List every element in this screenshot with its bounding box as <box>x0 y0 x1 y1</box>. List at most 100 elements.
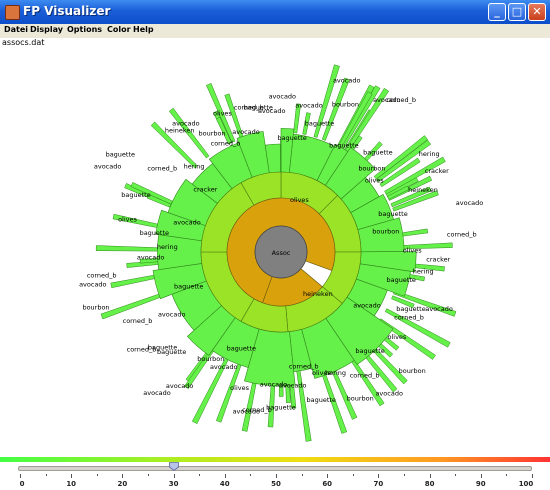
outer-item-label: corned_b <box>211 139 241 147</box>
slider-tick-label: 50 <box>271 480 281 488</box>
slider-tick <box>122 474 124 478</box>
outer-item-label: baguette <box>363 149 392 157</box>
slider-tick-label: 100 <box>518 480 534 488</box>
outer-item-label: hering <box>419 150 440 158</box>
ring-label-olives: olives <box>290 196 309 204</box>
window-title: FP Visualizer <box>23 4 111 18</box>
outer-item-label: cracker <box>425 167 449 175</box>
outer-item-label: cracker <box>193 186 217 194</box>
slider-tick <box>327 474 329 478</box>
close-icon: ✕ <box>532 5 542 18</box>
sunburst-visualization[interactable]: Assoc olives heineken avocadobaguetteavo… <box>0 47 550 457</box>
outer-spike[interactable] <box>95 245 162 252</box>
outer-item-label: bourbon <box>358 164 385 172</box>
outer-item-label: bourbon <box>332 101 359 109</box>
outer-item-label: avocado <box>295 102 322 110</box>
outer-item-label: corned_b <box>127 346 157 354</box>
outer-item-label: corned_b <box>87 272 117 280</box>
outer-item-label: olives <box>230 384 249 392</box>
menu-color[interactable]: Color <box>107 25 131 34</box>
outer-item-label: baguette <box>106 150 135 158</box>
menu-display[interactable]: Display <box>30 25 63 34</box>
outer-item-label: avocado <box>233 408 260 416</box>
slider-tick-label: 30 <box>168 480 179 488</box>
outer-item-label: hering <box>184 163 205 171</box>
app-icon <box>5 5 20 20</box>
outer-item-label: avocado <box>269 93 296 101</box>
slider-thumb[interactable] <box>168 462 179 471</box>
outer-item-label: baguette <box>396 305 425 313</box>
slider-tick <box>429 474 431 478</box>
outer-spike[interactable] <box>376 139 432 183</box>
outer-item-label: baguette <box>140 229 169 237</box>
outer-item-label: hering <box>157 243 178 251</box>
outer-item-label: corned_b <box>147 165 177 173</box>
outer-item-label: bourbon <box>399 367 426 375</box>
maximize-button[interactable]: □ <box>508 3 526 21</box>
slider-tick <box>532 474 533 478</box>
outer-item-label: bourbon <box>197 355 224 363</box>
outer-item-label: avocado <box>173 218 200 226</box>
menu-datei[interactable]: Datei <box>4 25 28 34</box>
outer-item-label: bourbon <box>372 227 399 235</box>
outer-item-label: olives <box>213 110 232 118</box>
outer-item-label: avocado <box>375 390 402 398</box>
maximize-icon: □ <box>511 5 523 18</box>
outer-item-label: avocado <box>172 120 199 128</box>
outer-item-label: baguette <box>121 191 150 199</box>
outer-item-label: baguette <box>329 142 358 150</box>
outer-item-label: avocado <box>79 281 106 289</box>
outer-item-label: baguette <box>355 347 384 355</box>
slider-tick <box>96 474 98 476</box>
slider-tick <box>45 474 47 476</box>
slider-track[interactable] <box>18 466 532 471</box>
outer-item-label: corned_b <box>289 362 319 370</box>
outer-item-label: baguette <box>227 345 256 353</box>
outer-item-label: avocado <box>333 76 360 84</box>
slider-tick-label: 60 <box>322 480 333 488</box>
outer-item-label: olives <box>118 216 137 224</box>
menu-bar: Datei Display Options Color Help <box>0 24 550 38</box>
outer-item-label: avocado <box>232 128 259 136</box>
slider-tick-label: 70 <box>373 480 384 488</box>
outer-item-label: avocado <box>258 107 285 115</box>
threshold-slider[interactable]: 0 10 20 30 40 50 60 70 80 90 100 <box>0 462 550 490</box>
outer-item-label: cracker <box>426 256 450 264</box>
slider-tick-label: 0 <box>19 480 25 488</box>
slider-tick <box>378 474 380 478</box>
slider-tick <box>506 474 508 476</box>
slider-tick <box>199 474 201 476</box>
outer-item-label: corned_b <box>350 372 380 380</box>
slider-tick-label: 40 <box>219 480 230 488</box>
slider-tick <box>455 474 457 476</box>
outer-item-label: avocado <box>94 163 121 171</box>
outer-item-label: bourbon <box>199 130 226 138</box>
slider-tick <box>480 474 482 478</box>
minimize-icon: _ <box>494 5 500 18</box>
outer-item-label: avocado <box>260 381 287 389</box>
outer-item-label: baguette <box>305 120 334 128</box>
file-label: assocs.dat <box>2 38 45 47</box>
slider-tick-label: 20 <box>117 480 128 488</box>
outer-item-label: avocado <box>425 305 452 313</box>
menu-options[interactable]: Options <box>67 25 102 34</box>
minimize-button[interactable]: _ <box>488 3 506 21</box>
outer-item-label: avocado <box>353 302 380 310</box>
close-button[interactable]: ✕ <box>528 3 546 21</box>
outer-item-label: avocado <box>456 199 483 207</box>
outer-item-label: heineken <box>408 186 438 194</box>
menu-help[interactable]: Help <box>133 25 154 34</box>
slider-tick <box>148 474 149 476</box>
slider-tick <box>173 474 175 478</box>
app-window: FP Visualizer _ □ ✕ Datei Display Option… <box>0 0 550 490</box>
slider-tick <box>276 474 277 478</box>
slider-tick-label: 80 <box>424 480 435 488</box>
outer-spike[interactable] <box>399 228 429 237</box>
outer-item-label: olives <box>365 177 384 185</box>
outer-item-label: baguette <box>378 210 407 218</box>
slider-tick-label: 10 <box>66 480 77 488</box>
outer-item-label: avocado <box>137 253 164 261</box>
outer-item-label: bourbon <box>347 394 374 402</box>
outer-item-label: baguette <box>306 396 335 404</box>
outer-item-label: baguette <box>174 283 203 291</box>
